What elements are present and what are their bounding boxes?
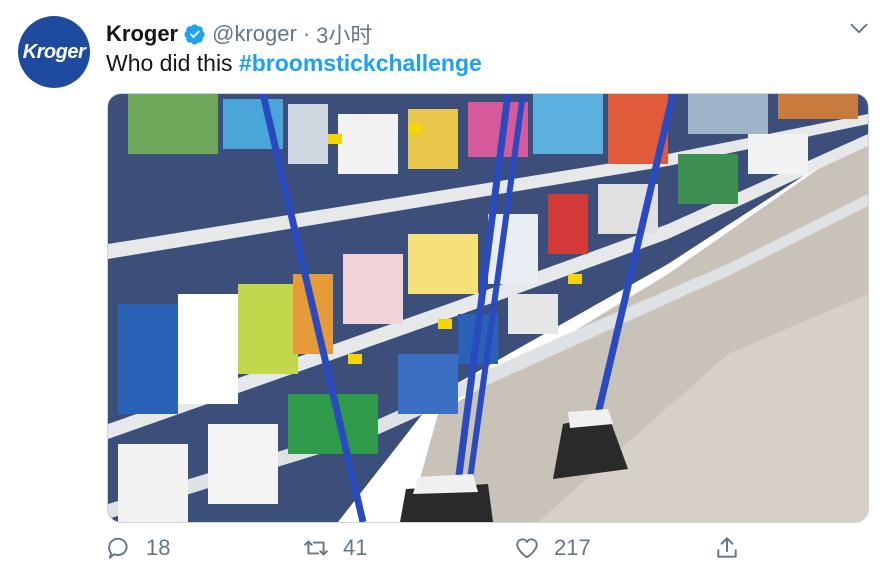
- hashtag-link[interactable]: #broomstickchallenge: [239, 50, 482, 76]
- store-aisle-photo: [108, 94, 868, 522]
- tweet-header: Kroger @kroger · 3小时: [106, 18, 372, 50]
- tweet-actions: 18 41 217: [106, 535, 756, 569]
- heart-icon: [516, 538, 538, 559]
- retweet-icon: [304, 540, 328, 556]
- tweet-photo[interactable]: [107, 93, 869, 523]
- author-name[interactable]: Kroger: [106, 21, 178, 47]
- reply-icon: [108, 537, 128, 559]
- author-handle[interactable]: @kroger: [212, 21, 297, 47]
- author-avatar[interactable]: Kroger: [18, 16, 90, 88]
- header-separator: ·: [302, 21, 311, 46]
- verified-badge-icon: [184, 24, 205, 45]
- tweet-timestamp[interactable]: 3小时: [316, 18, 372, 50]
- tweet-body: Who did this: [106, 50, 233, 76]
- reply-count: 18: [146, 535, 171, 560]
- avatar-logo-text: Kroger: [22, 40, 86, 63]
- share-button[interactable]: [714, 535, 754, 561]
- retweet-count: 41: [343, 535, 368, 560]
- chevron-down-icon[interactable]: [849, 18, 869, 38]
- reply-button[interactable]: 18: [106, 535, 170, 561]
- tweet-text: Who did this #broomstickchallenge: [106, 50, 482, 77]
- like-button[interactable]: 217: [514, 535, 591, 561]
- retweet-button[interactable]: 41: [303, 535, 367, 561]
- share-icon: [717, 537, 737, 558]
- like-count: 217: [554, 535, 591, 560]
